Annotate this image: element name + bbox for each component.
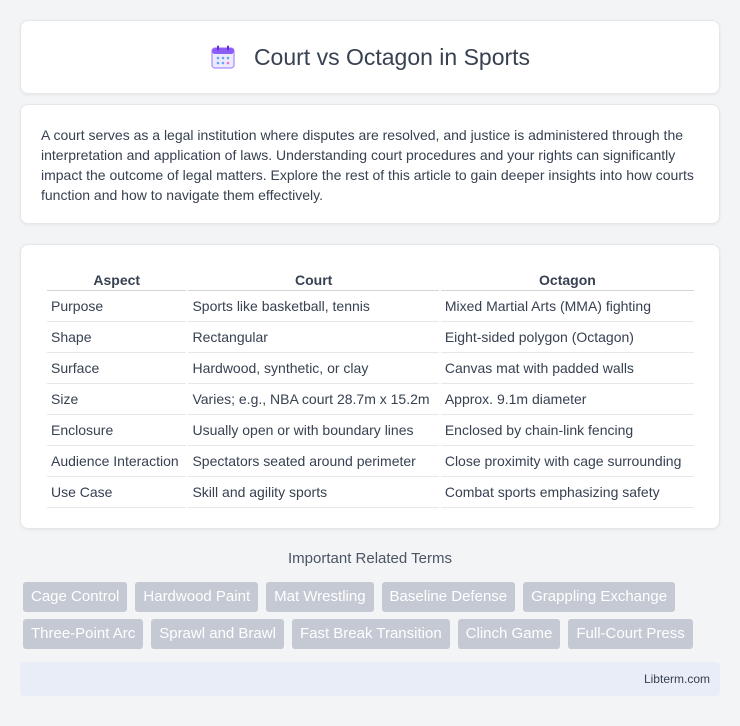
footer-link[interactable]: Libterm.com [644, 672, 710, 686]
table-cell: Varies; e.g., NBA court 28.7m x 15.2m [188, 384, 439, 415]
tag-grappling-exchange[interactable]: Grappling Exchange [523, 582, 676, 612]
tag-fast-break-transition[interactable]: Fast Break Transition [291, 619, 450, 649]
table-row: Purpose Sports like basketball, tennis M… [47, 291, 694, 322]
table-header-row: Aspect Court Octagon [47, 265, 694, 291]
table-cell: Shape [47, 322, 187, 353]
table-cell: Surface [47, 353, 187, 384]
table-cell: Mixed Martial Arts (MMA) fighting [440, 291, 694, 322]
tag-full-court-press[interactable]: Full-Court Press [568, 619, 693, 649]
comparison-table: Aspect Court Octagon Purpose Sports like… [45, 265, 696, 508]
intro-card: A court serves as a legal institution wh… [20, 104, 720, 224]
table-card: Aspect Court Octagon Purpose Sports like… [20, 244, 720, 529]
table-cell: Audience Interaction [47, 446, 187, 477]
calendar-icon [210, 44, 236, 70]
table-cell: Enclosed by chain-link fencing [440, 415, 694, 446]
table-cell: Rectangular [188, 322, 439, 353]
table-row: Audience Interaction Spectators seated a… [47, 446, 694, 477]
tag-row: Cage Control Hardwood Paint Mat Wrestlin… [23, 582, 723, 612]
table-cell: Hardwood, synthetic, or clay [188, 353, 439, 384]
table-cell: Canvas mat with padded walls [440, 353, 694, 384]
tag-sprawl-and-brawl[interactable]: Sprawl and Brawl [151, 619, 284, 649]
header-court: Court [188, 265, 439, 291]
table-row: Size Varies; e.g., NBA court 28.7m x 15.… [47, 384, 694, 415]
page-title: Court vs Octagon in Sports [253, 43, 531, 70]
tag-three-point-arc[interactable]: Three-Point Arc [23, 619, 144, 649]
table-row: Use Case Skill and agility sports Combat… [47, 477, 694, 508]
table-cell: Skill and agility sports [188, 477, 439, 508]
related-terms-heading: Important Related Terms [288, 550, 452, 567]
tag-mat-wrestling[interactable]: Mat Wrestling [266, 582, 374, 612]
related-terms-tags: Cage Control Hardwood Paint Mat Wrestlin… [23, 582, 723, 656]
header-card: Court vs Octagon in Sports [20, 20, 720, 94]
tag-clinch-game[interactable]: Clinch Game [457, 619, 561, 649]
footer: Libterm.com [20, 662, 720, 696]
tag-hardwood-paint[interactable]: Hardwood Paint [135, 582, 259, 612]
table-cell: Combat sports emphasizing safety [440, 477, 694, 508]
tag-cage-control[interactable]: Cage Control [23, 582, 128, 612]
table-cell: Approx. 9.1m diameter [440, 384, 694, 415]
table-cell: Sports like basketball, tennis [188, 291, 439, 322]
tag-baseline-defense[interactable]: Baseline Defense [381, 582, 516, 612]
table-cell: Close proximity with cage surrounding [440, 446, 694, 477]
table-cell: Purpose [47, 291, 187, 322]
table-row: Surface Hardwood, synthetic, or clay Can… [47, 353, 694, 384]
table-cell: Use Case [47, 477, 187, 508]
table-cell: Spectators seated around perimeter [188, 446, 439, 477]
header-octagon: Octagon [440, 265, 694, 291]
header-aspect: Aspect [47, 265, 187, 291]
title-wrap: Court vs Octagon in Sports [210, 44, 530, 71]
intro-text: A court serves as a legal institution wh… [41, 127, 694, 203]
table-cell: Enclosure [47, 415, 187, 446]
table-cell: Usually open or with boundary lines [188, 415, 439, 446]
table-row: Shape Rectangular Eight-sided polygon (O… [47, 322, 694, 353]
tag-row: Three-Point Arc Sprawl and Brawl Fast Br… [23, 619, 723, 649]
table-cell: Eight-sided polygon (Octagon) [440, 322, 694, 353]
table-cell: Size [47, 384, 187, 415]
table-row: Enclosure Usually open or with boundary … [47, 415, 694, 446]
